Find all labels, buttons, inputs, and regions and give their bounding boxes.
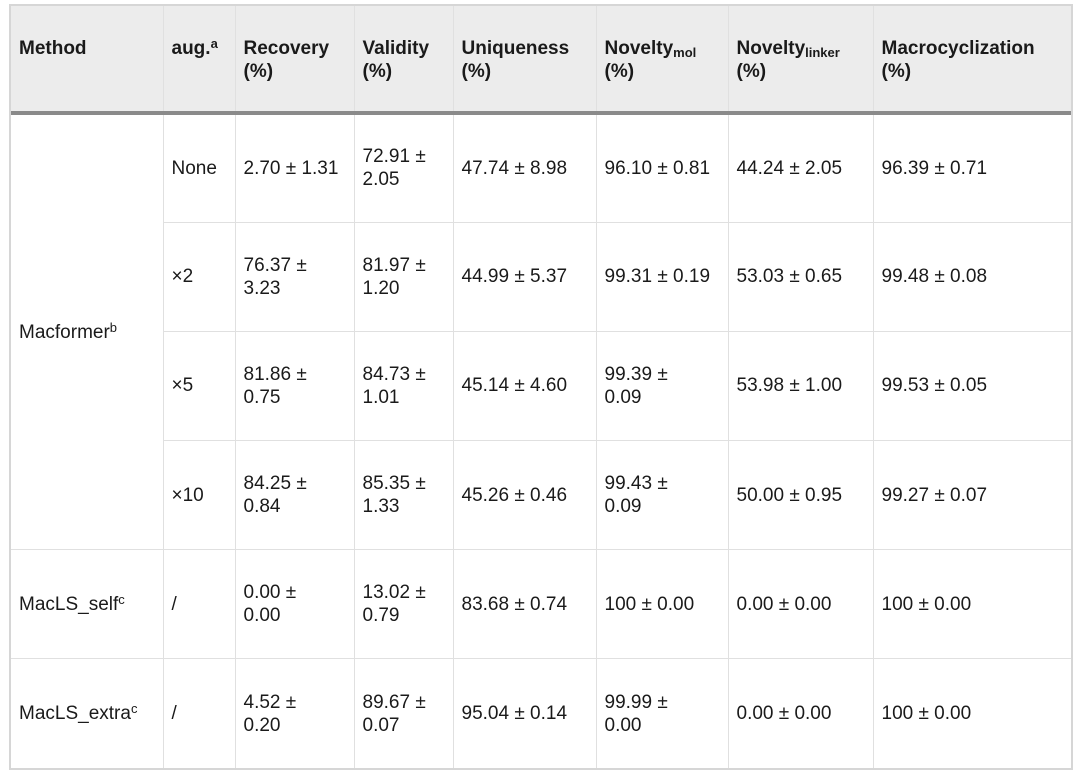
value-cell: 45.26 ± 0.46 (453, 440, 597, 551)
footnote-marker: c (130, 701, 138, 717)
aug-cell: ×10 (163, 440, 236, 551)
table-body: Macformerb None 2.70 ± 1.31 72.91 ±2.05 47.7… (11, 113, 1071, 768)
aug-cell: ×2 (163, 222, 236, 332)
value-cell: 44.99 ± 5.37 (453, 222, 597, 332)
footnote-marker: b (109, 319, 118, 335)
value-cell: 44.24 ± 2.05 (728, 113, 874, 223)
value-cell: 81.97 ±1.20 (354, 222, 454, 332)
header-method: Method (11, 6, 164, 115)
value-cell: 13.02 ±0.79 (354, 549, 454, 660)
table-row: MacLS_extrac/4.52 ±0.20 89.67 ±0.07 95.04 … (11, 658, 1071, 768)
value-cell: 100 ± 0.00 (873, 549, 1071, 660)
value-cell: 99.27 ± 0.07 (873, 440, 1071, 551)
table-row: MacLS_selfc/0.00 ±0.00 13.02 ±0.79 83.68 ±… (11, 549, 1071, 660)
method-cell: MacLS_selfc (11, 549, 164, 660)
header-novelty-linker: Noveltylinker (%) (728, 6, 874, 115)
value-cell: 84.73 ±1.01 (354, 331, 454, 441)
header-aug: aug.a (163, 6, 236, 115)
header-recovery: Recovery (%) (235, 6, 355, 115)
aug-cell: / (163, 549, 236, 660)
value-cell: 95.04 ± 0.14 (453, 658, 597, 768)
method-cell: Macformerb (11, 113, 164, 551)
header-row: Method aug.a Recovery (%) Validity (%) Uni… (11, 6, 1071, 115)
value-cell: 0.00 ± 0.00 (728, 658, 874, 768)
aug-cell: / (163, 658, 236, 768)
value-cell: 83.68 ± 0.74 (453, 549, 597, 660)
aug-cell: ×5 (163, 331, 236, 441)
value-cell: 0.00 ±0.00 (235, 549, 355, 660)
results-table-frame: Method aug.a Recovery (%) Validity (%) Uni… (9, 4, 1073, 770)
results-table: Method aug.a Recovery (%) Validity (%) Uni… (11, 6, 1071, 768)
value-cell: 50.00 ± 0.95 (728, 440, 874, 551)
value-cell: 47.74 ± 8.98 (453, 113, 597, 223)
value-cell: 0.00 ± 0.00 (728, 549, 874, 660)
method-cell: MacLS_extrac (11, 658, 164, 768)
table-row: ×2 76.37 ±3.23 81.97 ±1.20 44.99 ± 5.37 99.3… (11, 222, 1071, 332)
value-cell: 53.03 ± 0.65 (728, 222, 874, 332)
value-cell: 99.48 ± 0.08 (873, 222, 1071, 332)
header-uniqueness: Uniqueness (%) (453, 6, 597, 115)
table-row: ×5 81.86 ±0.75 84.73 ±1.01 45.14 ± 4.60 99.3… (11, 331, 1071, 441)
footnote-marker: c (118, 591, 125, 607)
value-cell: 76.37 ±3.23 (235, 222, 355, 332)
header-novelty-mol: Noveltymol (%) (596, 6, 729, 115)
value-cell: 99.39 ±0.09 (596, 331, 729, 441)
header-validity: Validity (%) (354, 6, 454, 115)
value-cell: 99.99 ±0.00 (596, 658, 729, 768)
table-row: ×10 84.25 ±0.84 85.35 ±1.33 45.26 ± 0.46 99.… (11, 440, 1071, 551)
value-cell: 53.98 ± 1.00 (728, 331, 874, 441)
value-cell: 45.14 ± 4.60 (453, 331, 597, 441)
value-cell: 99.53 ± 0.05 (873, 331, 1071, 441)
value-cell: 4.52 ±0.20 (235, 658, 355, 768)
value-cell: 96.10 ± 0.81 (596, 113, 729, 223)
aug-cell: None (163, 113, 236, 223)
value-cell: 99.43 ±0.09 (596, 440, 729, 551)
value-cell: 100 ± 0.00 (596, 549, 729, 660)
footnote-marker: a (210, 36, 218, 51)
header-macrocyclization: Macrocyclization (%) (873, 6, 1071, 115)
table-row: Macformerb None 2.70 ± 1.31 72.91 ±2.05 47.7… (11, 113, 1071, 551)
value-cell: 100 ± 0.00 (881, 703, 972, 725)
value-cell: 99.31 ± 0.19 (596, 222, 729, 332)
value-cell: 89.67 ±0.07 (354, 658, 454, 768)
value-cell: 81.86 ±0.75 (235, 331, 355, 441)
value-cell: 96.39 ± 0.71 (873, 113, 1071, 223)
value-cell: 72.91 ±2.05 (354, 113, 454, 223)
value-cell: 85.35 ±1.33 (354, 440, 454, 551)
value-cell: 84.25 ±0.84 (235, 440, 355, 551)
value-cell: 2.70 ± 1.31 (235, 113, 355, 223)
